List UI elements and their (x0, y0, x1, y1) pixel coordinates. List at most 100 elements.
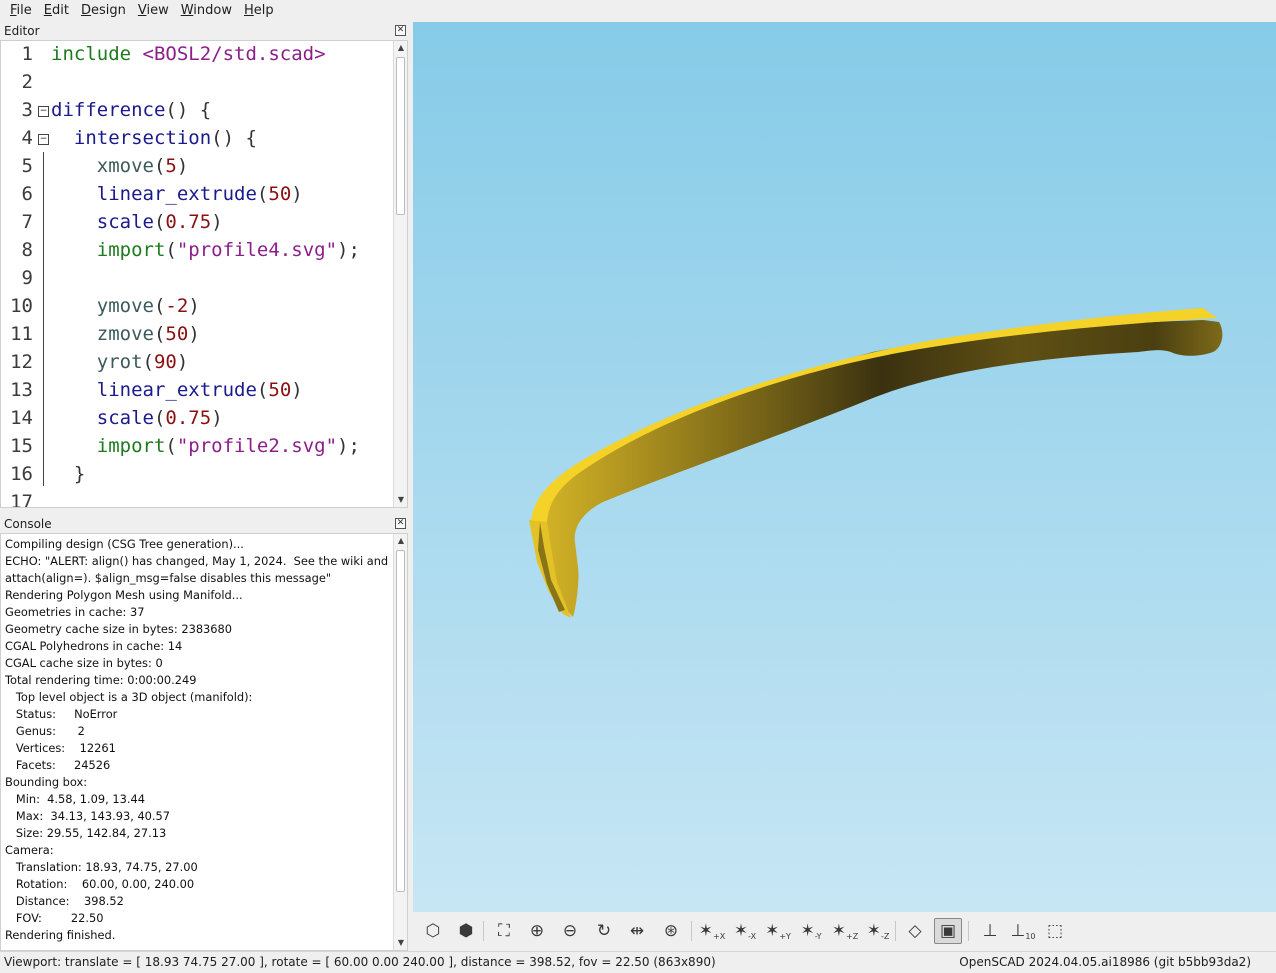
view-center-icon[interactable]: ⊛ (657, 918, 685, 944)
editor-scrollbar[interactable]: ▲ ▼ (393, 41, 407, 507)
line-number: 4 (21, 127, 33, 149)
toolbar-button-sublabel: -Z (880, 931, 890, 941)
code-token: ) (291, 183, 303, 205)
menu-label: ile (16, 3, 32, 18)
code-token: "profile4.svg" (176, 239, 338, 261)
menu-label: dit (52, 3, 69, 18)
scroll-up-icon[interactable]: ▲ (396, 43, 406, 53)
code-line: ymove(-2) (51, 295, 200, 317)
perspective-icon[interactable]: ⇹ (623, 918, 651, 944)
openscad-window: File Edit Design View Window Help Editor ✕ 12… (0, 0, 1276, 973)
menu-mnemonic: W (180, 3, 194, 18)
line-number: 3 (21, 99, 33, 121)
3d-viewport[interactable] (413, 22, 1276, 912)
line-number: 11 (10, 323, 33, 345)
toolbar-button-sublabel: +Z (846, 931, 859, 941)
code-token: ) (291, 379, 303, 401)
show-edges-icon[interactable]: ⬚ (1041, 918, 1069, 944)
view-back-icon[interactable]: ✶ +Y (764, 918, 792, 944)
menu-item-edit[interactable]: Edit (38, 0, 75, 22)
editor-close-icon[interactable]: ✕ (395, 25, 406, 36)
show-axes-icon[interactable]: ⊥ (976, 918, 1004, 944)
code-line: xmove(5) (51, 155, 189, 177)
view-right-icon[interactable]: ✶ +X (698, 918, 726, 944)
view-left-icon[interactable]: ✶ -X (731, 918, 759, 944)
preview-icon[interactable]: ⬡ (419, 918, 447, 944)
zoom-out-icon[interactable]: ⊖ (556, 918, 584, 944)
zoom-in-icon-glyph: ⊕ (529, 921, 545, 941)
console-line: CGAL cache size in bytes: 0 (5, 656, 163, 670)
render-icon[interactable]: ⬢ (452, 918, 480, 944)
code-token: ); (337, 435, 360, 457)
scroll-up-icon[interactable]: ▲ (396, 536, 406, 546)
console-line: Top level object is a 3D object (manifol… (5, 690, 253, 704)
view-all-icon[interactable]: ⛶ (490, 918, 518, 944)
reset-view-icon[interactable]: ↻ (590, 918, 618, 944)
code-token: ( (153, 295, 166, 317)
console-line: Rendering Polygon Mesh using Manifold... (5, 588, 243, 602)
console-line: Genus: 2 (5, 724, 85, 738)
code-token: } (51, 463, 86, 485)
view-center-icon-glyph: ⊛ (663, 921, 679, 941)
view-back-icon-glyph: ✶ (765, 921, 780, 941)
editor-scroll-thumb[interactable] (396, 57, 405, 215)
code-line: scale(0.75) (51, 407, 223, 429)
fold-marker-icon[interactable]: − (38, 106, 49, 117)
view-top-icon-glyph: ✶ (831, 921, 847, 941)
show-axes-icon-glyph: ⊥ (982, 921, 998, 941)
console-line: Max: 34.13, 143.93, 40.57 (5, 809, 171, 823)
code-token: ( (142, 351, 154, 373)
console-scroll-thumb[interactable] (396, 550, 405, 892)
menu-item-help[interactable]: Help (238, 0, 280, 22)
scroll-down-icon[interactable]: ▼ (396, 938, 406, 948)
scroll-down-icon[interactable]: ▼ (396, 495, 406, 505)
menu-item-design[interactable]: Design (75, 0, 132, 22)
zoom-in-icon[interactable]: ⊕ (523, 918, 551, 944)
code-token: ( (153, 155, 166, 177)
menu-item-view[interactable]: View (132, 0, 175, 22)
view-front-icon[interactable]: ✶ -Y (797, 918, 825, 944)
code-token: ( (256, 183, 269, 205)
console-scrollbar[interactable]: ▲ ▼ (393, 534, 407, 950)
perspective-projection-icon[interactable]: ◇ (901, 918, 929, 944)
show-edges-icon-glyph: ⬚ (1046, 921, 1064, 941)
code-token: import (96, 435, 166, 457)
line-number: 12 (10, 351, 33, 373)
menu-bar: File Edit Design View Window Help (0, 0, 1276, 22)
code-token: 50 (268, 183, 292, 205)
fold-marker-icon[interactable]: − (38, 134, 49, 145)
view-all-icon-glyph: ⛶ (498, 921, 510, 941)
console-close-icon[interactable]: ✕ (395, 518, 406, 529)
view-bottom-icon[interactable]: ✶ -Z (864, 918, 892, 944)
toolbar-separator (968, 921, 969, 941)
line-number-gutter: 1 2 3 4 5 6 7 8 9 10 11 12 13 14 15 16 17− − (1, 41, 49, 507)
console-line: FOV: 22.50 (5, 911, 104, 925)
console-line: Rotation: 60.00, 0.00, 240.00 (5, 877, 195, 891)
menu-label: iew (146, 3, 169, 18)
view-top-icon[interactable]: ✶ +Z (831, 918, 859, 944)
orthogonal-projection-icon[interactable]: ▣ (934, 918, 962, 944)
code-token: ) (176, 155, 189, 177)
render-icon-glyph: ⬢ (458, 921, 474, 941)
show-scale-markers-icon-glyph: ⊥ (1010, 921, 1026, 941)
console-title: Console (4, 517, 52, 531)
menu-item-file[interactable]: File (4, 0, 38, 22)
code-line: include <BOSL2/std.scad> (51, 43, 326, 65)
code-token: 50 (268, 379, 292, 401)
console-line: ECHO: "ALERT: align() has changed, May 1… (5, 554, 389, 568)
menu-mnemonic: D (80, 3, 91, 18)
menu-item-window[interactable]: Window (175, 0, 238, 22)
show-scale-markers-icon[interactable]: ⊥ 10 (1009, 918, 1037, 944)
code-editor[interactable]: 1 2 3 4 5 6 7 8 9 10 11 12 13 14 15 16 17− − include <BOS… (0, 40, 408, 508)
perspective-projection-icon-glyph: ◇ (908, 921, 922, 941)
code-token: yrot (96, 351, 143, 373)
code-token: () { (211, 127, 257, 149)
code-line: } (51, 463, 85, 485)
